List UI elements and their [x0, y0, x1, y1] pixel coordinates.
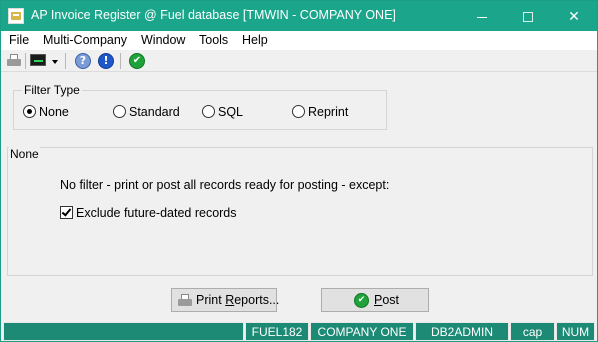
- menu-window[interactable]: Window: [141, 33, 185, 47]
- title-bar: AP Invoice Register @ Fuel database [TMW…: [1, 1, 597, 31]
- menu-multi-company[interactable]: Multi-Company: [43, 33, 127, 47]
- close-button[interactable]: ✕: [551, 1, 597, 31]
- print-reports-button[interactable]: Print Reports...: [171, 288, 280, 312]
- exclude-future-label[interactable]: Exclude future-dated records: [76, 206, 237, 220]
- toolbar-separator: [25, 53, 26, 69]
- close-icon: ✕: [568, 8, 580, 24]
- status-num: NUM: [556, 322, 595, 341]
- printer-icon: [177, 293, 193, 309]
- exclude-future-checkbox[interactable]: [60, 206, 73, 219]
- info-icon[interactable]: !: [98, 53, 114, 69]
- maximize-icon: [523, 12, 533, 23]
- status-user: DB2ADMIN: [415, 322, 509, 341]
- minimize-button[interactable]: [459, 1, 505, 31]
- minimize-icon: [477, 16, 487, 18]
- monitor-icon[interactable]: [30, 53, 46, 69]
- filter-panel-label: None: [9, 147, 40, 161]
- toolbar-separator: [65, 53, 66, 69]
- check-icon[interactable]: ✔: [129, 53, 145, 69]
- toolbar-separator: [120, 53, 121, 69]
- filter-type-label: Filter Type: [22, 83, 82, 97]
- radio-button[interactable]: [202, 105, 215, 118]
- maximize-button[interactable]: [505, 1, 551, 31]
- radio-button[interactable]: [113, 105, 126, 118]
- menu-tools[interactable]: Tools: [199, 33, 228, 47]
- check-mark-icon: [61, 206, 72, 217]
- post-label: Post: [374, 293, 400, 307]
- status-company: COMPANY ONE: [310, 322, 414, 341]
- status-server: FUEL182: [245, 322, 309, 341]
- menu-file[interactable]: File: [9, 33, 29, 47]
- window-title: AP Invoice Register @ Fuel database [TMW…: [31, 8, 396, 22]
- post-button[interactable]: ✔ Post: [321, 288, 429, 312]
- status-caps: cap: [510, 322, 555, 341]
- radio-button[interactable]: [23, 105, 36, 118]
- app-window: AP Invoice Register @ Fuel database [TMW…: [0, 0, 598, 342]
- radio-button[interactable]: [292, 105, 305, 118]
- status-bar: FUEL182 COMPANY ONE DB2ADMIN cap NUM: [1, 322, 597, 341]
- check-icon: ✔: [354, 293, 370, 309]
- filter-description: No filter - print or post all records re…: [60, 178, 390, 192]
- print-reports-label: Print Reports...: [196, 293, 280, 307]
- menu-help[interactable]: Help: [242, 33, 268, 47]
- app-icon[interactable]: [8, 8, 24, 24]
- printer-icon[interactable]: [6, 53, 22, 69]
- help-icon[interactable]: ?: [75, 53, 91, 69]
- toolbar: ? ! ✔: [1, 50, 597, 72]
- status-segment-blank: [3, 322, 244, 341]
- chevron-down-icon[interactable]: [52, 60, 58, 64]
- menu-bar: File Multi-Company Window Tools Help: [1, 31, 597, 50]
